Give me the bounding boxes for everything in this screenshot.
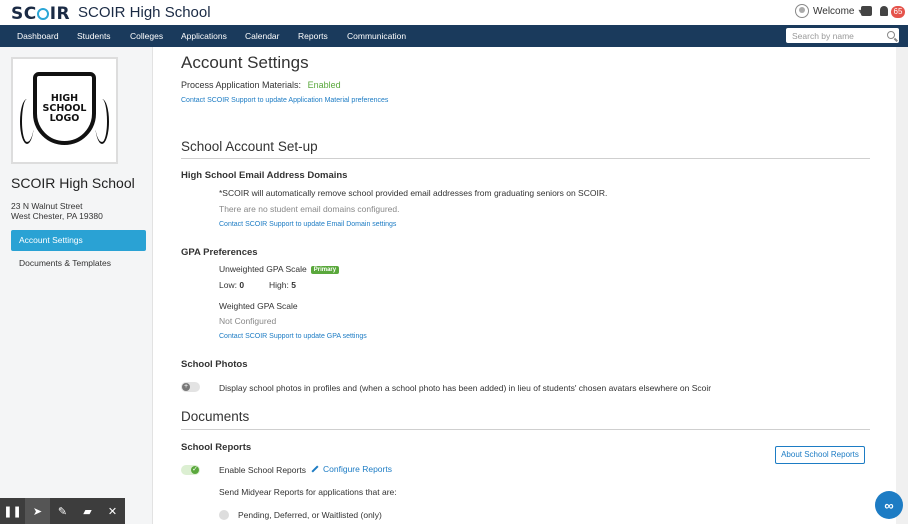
pen-icon[interactable]: ✎ [50, 498, 75, 524]
search-box [786, 28, 899, 43]
gpa-low-label: Low: [219, 280, 237, 290]
school-reports-title: School Reports [181, 442, 252, 453]
setup-section-title: School Account Set-up [181, 139, 318, 154]
search-icon[interactable] [887, 31, 895, 39]
header-school-name: SCOIR High School [78, 4, 211, 21]
nav-reports[interactable]: Reports [298, 25, 328, 47]
gpa-high-value: 5 [291, 280, 296, 290]
crest-icon: HIGH SCHOOL LOGO [33, 72, 96, 145]
scroll-gutter [896, 47, 908, 524]
search-input[interactable] [792, 30, 882, 41]
logo-text-line3: LOGO [49, 112, 80, 124]
pam-label: Process Application Materials: [181, 80, 302, 90]
gpa-support-link[interactable]: Contact SCOIR Support to update GPA sett… [219, 333, 367, 340]
welcome-label: Welcome [813, 5, 855, 17]
address-line1: 23 N Walnut Street [11, 201, 83, 211]
annotation-toolbar: ❚❚ ➤ ✎ ▰ ✕ [0, 498, 125, 524]
configure-reports-link[interactable]: Configure Reports [311, 464, 392, 474]
sidebar-item-account-settings[interactable]: Account Settings [11, 230, 146, 251]
midyear-option-radio[interactable] [219, 510, 229, 520]
sidebar-item-documents-templates[interactable]: Documents & Templates [19, 258, 111, 268]
main-nav: Dashboard Students Colleges Applications… [0, 25, 908, 47]
nav-communication[interactable]: Communication [347, 25, 406, 47]
close-icon[interactable]: ✕ [100, 498, 125, 524]
email-domains-title: High School Email Address Domains [181, 170, 348, 181]
midyear-option-label: Pending, Deferred, or Waitlisted (only) [238, 510, 382, 520]
cursor-icon[interactable]: ➤ [25, 498, 50, 524]
email-support-link[interactable]: Contact SCOIR Support to update Email Do… [219, 221, 396, 228]
weighted-not-configured: Not Configured [219, 316, 277, 326]
pause-icon[interactable]: ❚❚ [0, 498, 25, 524]
weighted-gpa-label: Weighted GPA Scale [219, 301, 298, 311]
school-reports-toggle[interactable]: ✓ [181, 465, 200, 475]
chat-widget-icon[interactable]: ∞ [875, 491, 903, 519]
messages-icon[interactable] [861, 6, 872, 16]
nav-applications[interactable]: Applications [181, 25, 227, 47]
email-empty: There are no student email domains confi… [219, 204, 400, 214]
enable-reports-label: Enable School Reports [219, 465, 306, 475]
eraser-icon[interactable]: ▰ [75, 498, 100, 524]
welcome-menu[interactable]: Welcome ▾ [795, 4, 863, 18]
check-icon: ✓ [191, 466, 199, 474]
scoir-logo[interactable]: SC IR [11, 4, 70, 24]
gpa-low: Low: 0 [219, 280, 244, 290]
nav-students[interactable]: Students [77, 25, 111, 47]
nav-colleges[interactable]: Colleges [130, 25, 163, 47]
setup-divider [181, 158, 870, 159]
documents-section-title: Documents [181, 409, 250, 424]
sidebar: HIGH SCHOOL LOGO SCOIR High School 23 N … [0, 47, 153, 524]
nav-dashboard[interactable]: Dashboard [17, 25, 59, 47]
school-photos-description: Display school photos in profiles and (w… [219, 383, 712, 393]
email-note: *SCOIR will automatically remove school … [219, 188, 608, 198]
sidebar-school-name: SCOIR High School [11, 175, 135, 191]
bell-icon[interactable] [880, 6, 888, 16]
gpa-high: High: 5 [269, 280, 296, 290]
primary-badge: Primary [310, 266, 340, 274]
about-school-reports-button[interactable]: About School Reports [775, 446, 865, 464]
gpa-high-label: High: [269, 280, 289, 290]
laurel-left-icon [20, 99, 34, 144]
plus-icon: + [182, 383, 190, 391]
pam-status: Enabled [307, 80, 341, 90]
top-header: SCIR SCOIR High School Welcome ▾ 65 [0, 0, 908, 25]
unweighted-gpa: Unweighted GPA Scale Primary [219, 264, 340, 274]
pencil-icon [311, 465, 319, 473]
laurel-right-icon [95, 99, 109, 144]
logo-text-line1: HIGH [50, 92, 79, 104]
main-content: Account Settings Process Application Mat… [154, 47, 898, 524]
documents-divider [181, 429, 870, 430]
notification-badge: 65 [891, 6, 905, 18]
address-line2: West Chester, PA 19380 [11, 211, 103, 221]
gpa-title: GPA Preferences [181, 247, 258, 258]
process-application-materials: Process Application Materials: Enabled [181, 80, 341, 90]
school-photos-toggle[interactable]: + [181, 382, 200, 392]
page-title: Account Settings [181, 53, 309, 72]
nav-calendar[interactable]: Calendar [245, 25, 280, 47]
school-logo: HIGH SCHOOL LOGO [11, 57, 118, 164]
configure-reports-label: Configure Reports [323, 464, 392, 474]
midyear-prompt: Send Midyear Reports for applications th… [219, 487, 397, 497]
logo-text-line2: SCHOOL [42, 102, 87, 114]
user-avatar-icon [795, 4, 809, 18]
gpa-low-value: 0 [239, 280, 245, 290]
school-photos-title: School Photos [181, 359, 248, 370]
unweighted-gpa-label: Unweighted GPA Scale [219, 264, 307, 274]
pam-support-link[interactable]: Contact SCOIR Support to update Applicat… [181, 97, 388, 104]
